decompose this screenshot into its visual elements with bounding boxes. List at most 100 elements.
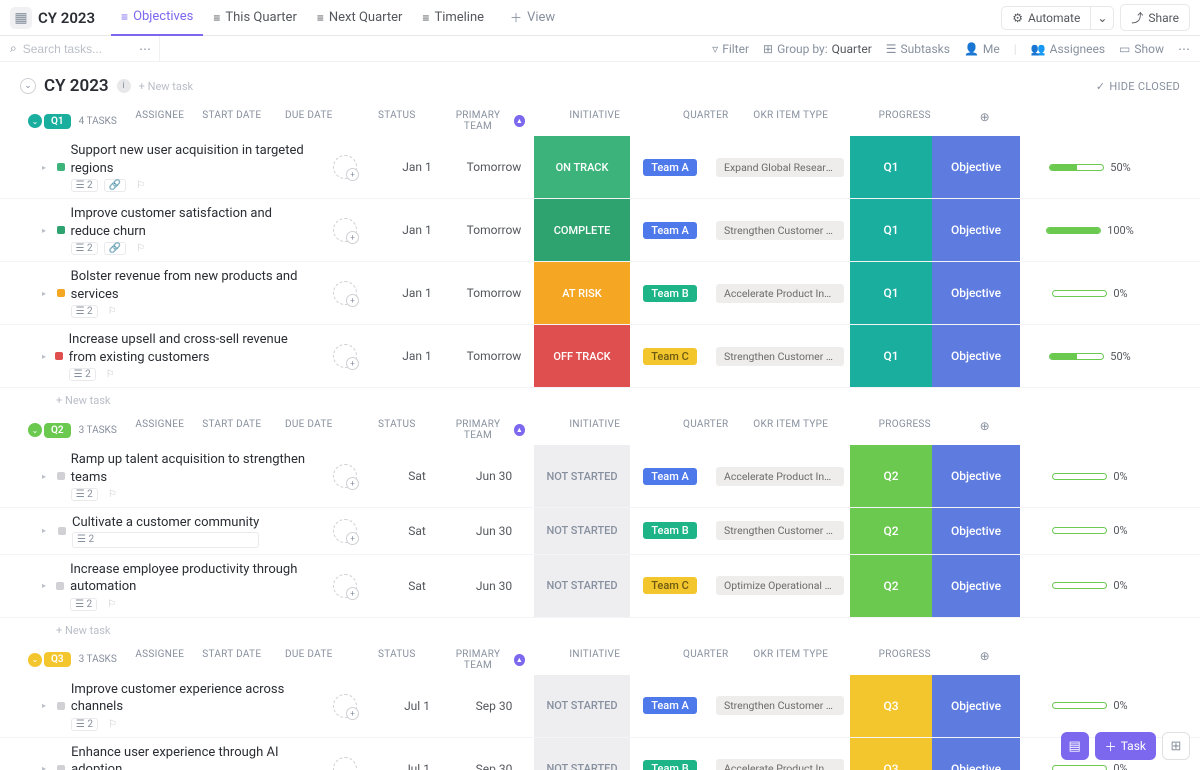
due-date[interactable]: Jun 30	[454, 555, 534, 617]
collapse-all[interactable]: ⌄	[20, 78, 36, 94]
task-name[interactable]: Improve customer satisfaction and reduce…	[71, 205, 310, 240]
status-cell[interactable]: NOT STARTED	[534, 555, 630, 617]
progress-cell[interactable]: 0%	[1020, 555, 1160, 617]
okr-cell[interactable]: Objective	[932, 675, 1020, 737]
task-name[interactable]: Increase employee productivity through a…	[70, 561, 310, 596]
info-icon[interactable]: i	[117, 79, 131, 93]
group-collapse[interactable]: ⌄	[28, 653, 42, 667]
task-row[interactable]: ▸Improve customer experience across chan…	[0, 675, 1200, 738]
col-okr-type[interactable]: OKR ITEM TYPE	[747, 110, 835, 132]
col-progress[interactable]: PROGRESS	[835, 419, 975, 441]
subtask-count[interactable]: ☰ 2	[71, 488, 98, 501]
task-row[interactable]: ▸Cultivate a customer community ☰ 2SatJu…	[0, 508, 1200, 554]
task-row[interactable]: ▸ Bolster revenue from new products and s…	[0, 262, 1200, 325]
start-date[interactable]: Sat	[380, 508, 454, 553]
assign-button[interactable]	[333, 694, 357, 718]
col-assignee[interactable]: ASSIGNEE	[125, 110, 195, 132]
quarter-cell[interactable]: Q3	[850, 738, 932, 770]
initiative-pill[interactable]: Strengthen Customer Retenti...	[716, 347, 844, 366]
status-square[interactable]	[56, 582, 64, 590]
okr-cell[interactable]: Objective	[932, 738, 1020, 770]
tab-this-quarter[interactable]: ≡This Quarter	[203, 0, 306, 36]
team-pill[interactable]: Team A	[643, 468, 697, 485]
new-task-fab[interactable]: ＋Task	[1095, 732, 1156, 760]
apps-fab[interactable]: ⊞	[1162, 732, 1190, 760]
search-input[interactable]	[23, 42, 123, 56]
quarter-pill[interactable]: Q3	[44, 652, 71, 667]
start-date[interactable]: Jul 1	[380, 738, 454, 770]
more-icon[interactable]: ⋯	[1178, 42, 1190, 56]
tag-icon[interactable]: ⚐	[103, 598, 120, 611]
subtask-count[interactable]: ☰ 2	[71, 242, 98, 255]
initiative-pill[interactable]: Accelerate Product Innovation	[716, 467, 844, 486]
quarter-cell[interactable]: Q1	[850, 136, 932, 198]
task-row[interactable]: ▸Increase upsell and cross-sell revenue …	[0, 325, 1200, 388]
okr-cell[interactable]: Objective	[932, 508, 1020, 553]
subtask-count[interactable]: ☰ 2	[70, 598, 97, 611]
initiative-pill[interactable]: Strengthen Customer Retenti...	[716, 521, 844, 540]
assignees-button[interactable]: 👥Assignees	[1031, 42, 1105, 56]
assign-button[interactable]	[333, 281, 357, 305]
assign-button[interactable]	[333, 344, 357, 368]
due-date[interactable]: Tomorrow	[454, 262, 534, 324]
start-date[interactable]: Jan 1	[380, 136, 454, 198]
okr-cell[interactable]: Objective	[932, 136, 1020, 198]
team-pill[interactable]: Team A	[643, 697, 697, 714]
me-button[interactable]: 👤Me	[964, 42, 1000, 56]
automate-dropdown[interactable]: ⌄	[1090, 6, 1114, 30]
add-column[interactable]: ⊕	[975, 110, 995, 132]
status-square[interactable]	[57, 765, 65, 770]
status-cell[interactable]: AT RISK	[534, 262, 630, 324]
task-row[interactable]: ▸Improve customer satisfaction and reduc…	[0, 199, 1200, 262]
team-pill[interactable]: Team B	[643, 760, 696, 770]
status-cell[interactable]: NOT STARTED	[534, 508, 630, 553]
col-status[interactable]: STATUS	[349, 649, 445, 671]
start-date[interactable]: Jan 1	[380, 262, 454, 324]
team-pill[interactable]: Team B	[643, 522, 696, 539]
okr-cell[interactable]: Objective	[932, 325, 1020, 387]
add-column[interactable]: ⊕	[975, 649, 995, 671]
notepad-fab[interactable]: ▤	[1061, 732, 1089, 760]
col-quarter[interactable]: QUARTER	[665, 419, 747, 441]
hide-closed-toggle[interactable]: ✓HIDE CLOSED	[1096, 80, 1180, 93]
col-assignee[interactable]: ASSIGNEE	[125, 649, 195, 671]
start-date[interactable]: Sat	[380, 445, 454, 507]
initiative-pill[interactable]: Strengthen Customer Retenti...	[716, 696, 844, 715]
col-start-date[interactable]: START DATE	[195, 649, 269, 671]
status-cell[interactable]: OFF TRACK	[534, 325, 630, 387]
col-quarter[interactable]: QUARTER	[665, 110, 747, 132]
start-date[interactable]: Jul 1	[380, 675, 454, 737]
progress-cell[interactable]: 50%	[1020, 325, 1160, 387]
team-pill[interactable]: Team A	[643, 159, 697, 176]
tab-timeline[interactable]: ≡Timeline	[412, 0, 494, 36]
assign-button[interactable]	[333, 757, 357, 770]
status-square[interactable]	[55, 352, 63, 360]
expand-icon[interactable]: ▸	[42, 581, 50, 590]
task-name[interactable]: Cultivate a customer community ☰ 2	[72, 514, 259, 547]
team-pill[interactable]: Team C	[643, 348, 697, 365]
task-row[interactable]: ▸Enhance user experience through AI adop…	[0, 738, 1200, 770]
due-date[interactable]: Tomorrow	[454, 199, 534, 261]
add-view-button[interactable]: ＋View	[500, 0, 565, 36]
okr-cell[interactable]: Objective	[932, 262, 1020, 324]
task-name[interactable]: Bolster revenue from new products and se…	[71, 268, 310, 303]
tag-icon[interactable]: ⚐	[132, 242, 149, 255]
col-progress[interactable]: PROGRESS	[835, 110, 975, 132]
quarter-cell[interactable]: Q1	[850, 199, 932, 261]
subtask-count[interactable]: ☰ 2	[72, 532, 259, 548]
task-row[interactable]: ▸Support new user acquisition in targete…	[0, 136, 1200, 199]
tag-icon[interactable]: ⚐	[132, 179, 149, 192]
expand-icon[interactable]: ▸	[42, 352, 49, 361]
initiative-pill[interactable]: Accelerate Product Innovation	[716, 284, 844, 303]
tab-next-quarter[interactable]: ≡Next Quarter	[307, 0, 413, 36]
add-task-row[interactable]: + New task	[0, 388, 1200, 413]
progress-cell[interactable]: 0%	[1020, 508, 1160, 553]
subtask-count[interactable]: ☰ 2	[71, 718, 98, 731]
col-status[interactable]: STATUS	[349, 110, 445, 132]
okr-cell[interactable]: Objective	[932, 445, 1020, 507]
expand-icon[interactable]: ▸	[42, 289, 51, 298]
due-date[interactable]: Jun 30	[454, 445, 534, 507]
col-primary-team[interactable]: PRIMARY TEAM ▲	[445, 419, 525, 441]
subtask-count[interactable]: ☰ 2	[71, 179, 98, 192]
expand-icon[interactable]: ▸	[42, 163, 51, 172]
